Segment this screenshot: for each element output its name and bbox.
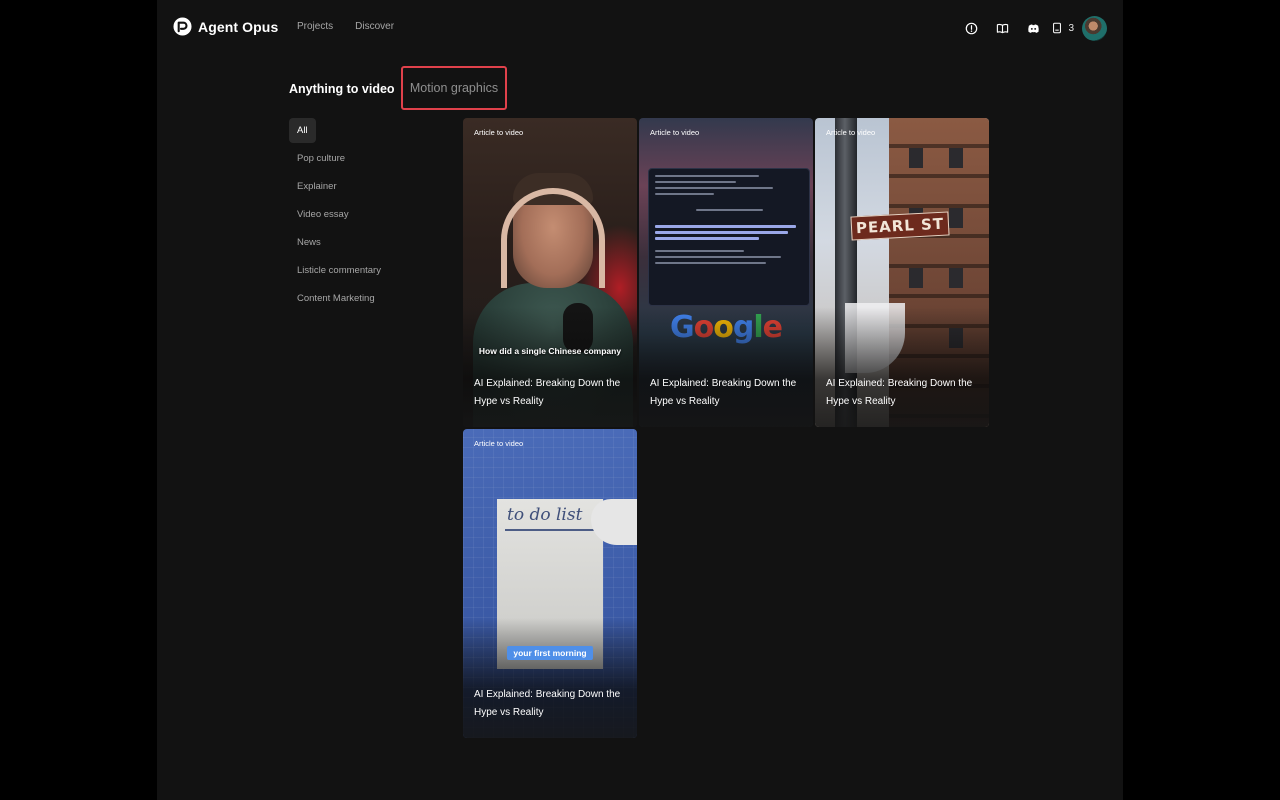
screen-line [655, 181, 737, 183]
paper-underline [505, 529, 597, 531]
street-sign: PEARL ST [850, 211, 950, 241]
screen-highlight [655, 225, 796, 228]
screen-line [696, 209, 764, 211]
screen-line [655, 262, 766, 264]
headphones-icon [501, 188, 605, 288]
thumbnail-search-screen [648, 168, 810, 306]
user-avatar[interactable] [1082, 15, 1107, 41]
building-window [949, 208, 963, 228]
screen-line [655, 250, 744, 252]
thumbnail-caption: How did a single Chinese company [478, 346, 622, 356]
card-title: AI Explained: Breaking Down the Hype vs … [474, 378, 621, 407]
card-title: AI Explained: Breaking Down the Hype vs … [650, 378, 797, 407]
category-content-marketing[interactable]: Content Marketing [289, 286, 383, 311]
template-card-todo[interactable]: to do list your first morning Article to… [463, 429, 637, 738]
card-badge: Article to video [650, 128, 700, 137]
main-nav: Projects Discover [297, 21, 394, 32]
credits-count: 3 [1068, 22, 1074, 34]
nav-projects[interactable]: Projects [297, 21, 333, 32]
thumbnail-pill: your first morning [463, 643, 637, 661]
template-card-podcaster[interactable]: How did a single Chinese company Article… [463, 118, 637, 427]
agent-opus-logo-icon [173, 17, 192, 36]
card-title: AI Explained: Breaking Down the Hype vs … [826, 378, 973, 407]
nav-discover[interactable]: Discover [355, 21, 394, 32]
category-pop-culture[interactable]: Pop culture [289, 146, 353, 171]
credits-icon [1053, 22, 1062, 34]
brand-name: Agent Opus [198, 18, 279, 35]
building-window [949, 268, 963, 288]
brand[interactable]: Agent Opus [173, 17, 278, 36]
screen-highlight [655, 231, 789, 234]
building-window [909, 268, 923, 288]
tab-anything-to-video[interactable]: Anything to video [289, 82, 395, 96]
screen-line [655, 193, 715, 195]
template-card-street[interactable]: PEARL ST Article to video AI Explained: … [815, 118, 989, 427]
discord-icon [1028, 23, 1040, 33]
top-header: Agent Opus Projects Discover 3 [157, 0, 1123, 56]
pill-text: your first morning [507, 646, 593, 660]
category-list: All Pop culture Explainer Video essay Ne… [289, 118, 429, 314]
building-window [909, 148, 923, 168]
category-news[interactable]: News [289, 230, 329, 255]
card-title: AI Explained: Breaking Down the Hype vs … [474, 689, 621, 718]
card-badge: Article to video [474, 439, 524, 448]
template-grid: How did a single Chinese company Article… [463, 118, 989, 738]
credits-indicator[interactable]: 3 [1051, 22, 1074, 34]
docs-button[interactable] [987, 14, 1018, 42]
category-explainer[interactable]: Explainer [289, 174, 345, 199]
card-badge: Article to video [474, 128, 524, 137]
app-window: Agent Opus Projects Discover 3 Anything … [157, 0, 1123, 800]
paper-handwriting: to do list [507, 505, 583, 525]
card-badge: Article to video [826, 128, 876, 137]
tab-motion-graphics[interactable]: Motion graphics [401, 66, 507, 110]
type-tabs: Anything to video Motion graphics [289, 66, 507, 110]
info-button[interactable] [956, 14, 987, 42]
book-icon [997, 23, 1009, 33]
category-video-essay[interactable]: Video essay [289, 202, 357, 227]
screen-line [655, 187, 774, 189]
info-icon [966, 22, 978, 34]
discord-button[interactable] [1018, 14, 1049, 42]
screen-line [655, 256, 781, 258]
screen-line [655, 175, 759, 177]
screen-highlight [655, 237, 759, 240]
category-listicle-commentary[interactable]: Listicle commentary [289, 258, 389, 283]
header-actions: 3 [956, 14, 1107, 42]
building-window [949, 148, 963, 168]
category-all[interactable]: All [289, 118, 316, 143]
template-card-google[interactable]: Google Article to video AI Explained: Br… [639, 118, 813, 427]
